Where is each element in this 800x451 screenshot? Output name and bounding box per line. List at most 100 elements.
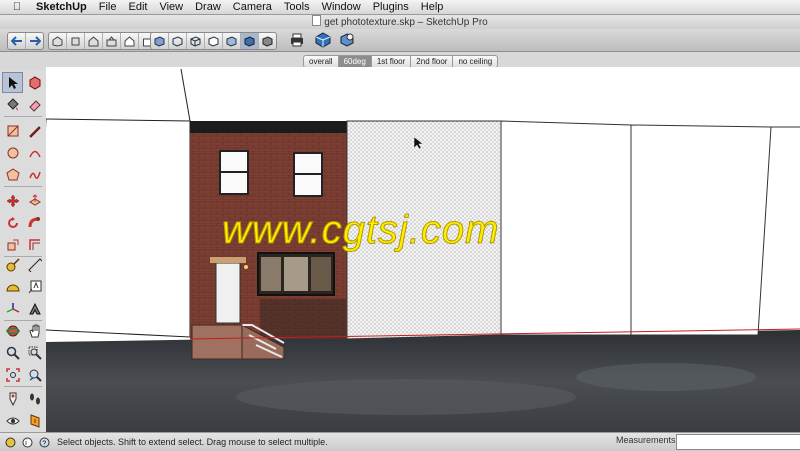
rectangle-tool[interactable] [2,120,23,141]
pencil-icon [28,125,41,138]
front-door [215,262,241,324]
undo-button[interactable] [8,33,26,49]
3d-text-tool[interactable] [24,298,45,319]
menu-draw[interactable]: Draw [189,0,227,14]
menu-window[interactable]: Window [316,0,367,14]
door-lintel [210,257,246,263]
credits-icon[interactable]: i [20,435,34,449]
back-view-button[interactable] [121,33,139,49]
zoom-extents-tool[interactable] [2,364,23,385]
redo-button[interactable] [26,33,43,49]
tape-measure-tool[interactable] [2,254,23,275]
line-tool[interactable] [24,120,45,141]
scale-tool[interactable] [2,234,23,255]
make-component-tool[interactable] [24,72,45,93]
lower-railing-area [260,299,346,339]
shaded-textures-button[interactable] [241,33,259,49]
zoom-window-tool[interactable] [24,342,45,363]
share-model-button[interactable] [337,31,357,49]
move-icon [6,194,19,207]
back-edges-button[interactable] [169,33,187,49]
push-pull-icon [28,193,41,206]
previous-view-tool[interactable] [24,364,45,385]
help-icon-glyph: ? [39,437,49,447]
push-pull-tool[interactable] [24,190,45,211]
palette-divider [4,386,42,387]
get-models-button[interactable] [313,31,333,49]
menu-view[interactable]: View [153,0,189,14]
measurements-input[interactable] [676,434,800,450]
stair-landing [191,324,243,360]
arc-tool[interactable] [24,142,45,163]
polygon-tool[interactable] [2,164,23,185]
menu-bar:  SketchUp File Edit View Draw Camera To… [0,0,800,15]
freehand-tool[interactable] [24,164,45,185]
dimension-tool[interactable] [24,254,45,275]
eraser-tool[interactable] [24,94,45,115]
wireframe-button[interactable] [187,33,205,49]
walk-tool[interactable] [24,388,45,409]
select-tool[interactable] [2,72,23,93]
pan-tool[interactable] [24,320,45,341]
iso-view-icon [52,35,63,47]
orbit-tool[interactable] [2,320,23,341]
position-camera-tool[interactable] [2,388,23,409]
iso-view-button[interactable] [49,33,67,49]
hidden-line-button[interactable] [205,33,223,49]
offset-tool[interactable] [24,234,45,255]
status-text: Select objects. Shift to extend select. … [57,437,328,447]
menu-tools[interactable]: Tools [278,0,316,14]
zoom-tool[interactable] [2,342,23,363]
house-back-icon [124,35,135,46]
monochrome-button[interactable] [259,33,276,49]
protractor-icon [5,284,20,291]
xray-button[interactable] [151,33,169,49]
menu-help[interactable]: Help [415,0,450,14]
circle-icon [7,147,18,158]
hand-icon [28,324,39,337]
measurements-label: Measurements [616,435,676,445]
menu-camera[interactable]: Camera [227,0,278,14]
scale-icon [7,239,18,250]
printer-icon [291,33,303,47]
window-title: get phototexture.skp – SketchUp Pro [0,15,800,29]
top-view-button[interactable] [67,33,85,49]
rotate-tool[interactable] [2,212,23,233]
axes-icon [6,302,19,313]
right-view-button[interactable] [103,33,121,49]
text-tool[interactable] [24,276,45,297]
circle-tool[interactable] [2,142,23,163]
help-icon[interactable]: ? [37,435,51,449]
protractor-tool[interactable] [2,276,23,297]
apple-icon[interactable]:  [10,0,24,14]
zoom-window-icon [28,346,42,360]
axes-tool[interactable] [2,298,23,319]
component-icon [29,75,40,90]
face-style-group [150,32,277,50]
redo-icon [29,36,41,46]
look-around-tool[interactable] [2,410,23,431]
right-wall-2 [630,124,772,336]
follow-me-tool[interactable] [24,212,45,233]
section-plane-icon [30,413,39,428]
menu-app[interactable]: SketchUp [30,0,93,14]
magnifier-icon [6,346,20,360]
watermark-text: www.cgtsj.com [222,208,500,253]
previous-view-icon [29,369,42,382]
right-wall-1 [500,120,632,336]
print-button[interactable] [287,31,307,49]
dimension-icon [27,257,42,272]
menu-plugins[interactable]: Plugins [367,0,415,14]
menu-file[interactable]: File [93,0,123,14]
eye-icon [5,417,20,424]
footprints-icon [29,393,40,404]
textured-cube-icon [244,35,255,47]
paint-bucket-tool[interactable] [2,94,23,115]
menu-edit[interactable]: Edit [122,0,153,14]
move-tool[interactable] [2,190,23,211]
main-toolbar [0,29,800,52]
front-view-button[interactable] [85,33,103,49]
shaded-button[interactable] [223,33,241,49]
geolocation-icon[interactable] [3,435,17,449]
section-plane-tool[interactable] [24,410,45,431]
